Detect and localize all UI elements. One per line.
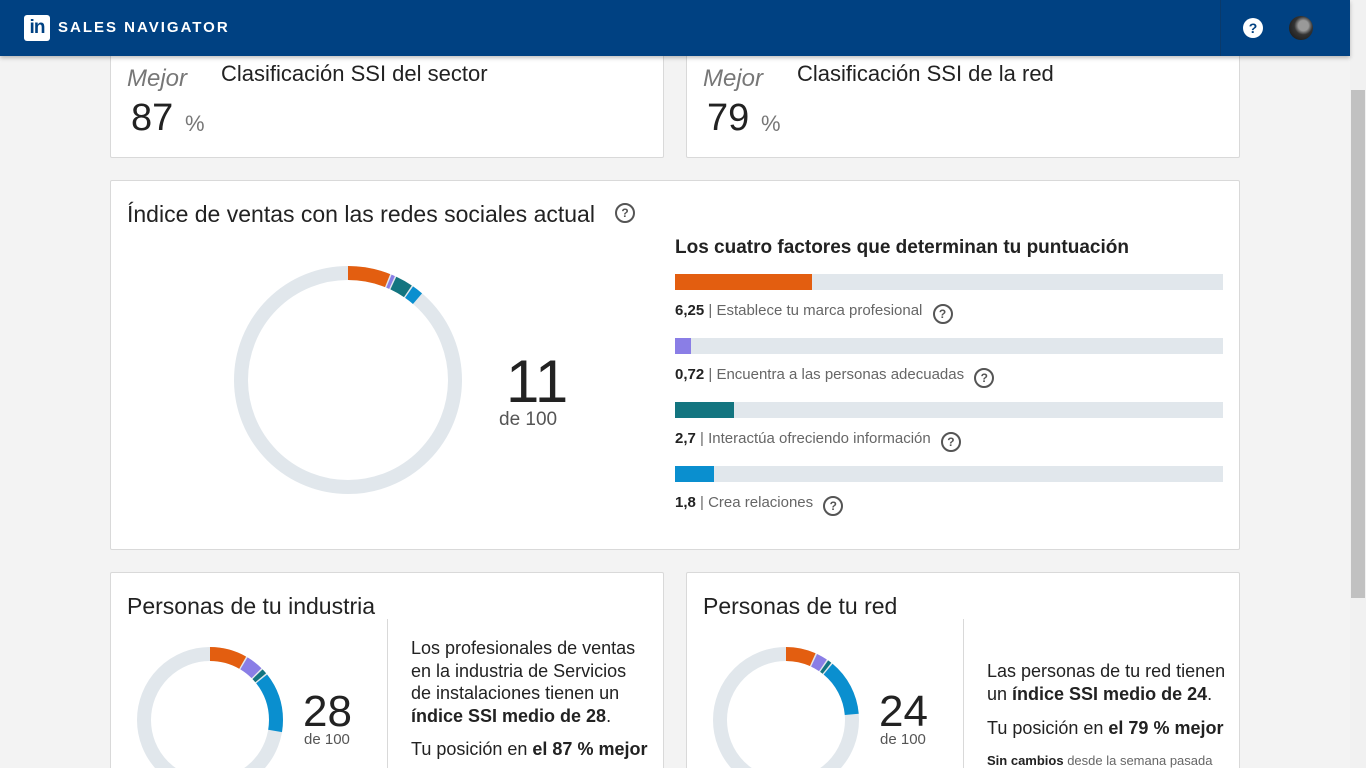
factor-bar-fill xyxy=(675,274,812,290)
factor-bar-brand xyxy=(675,274,1223,290)
factor-value: 6,25 xyxy=(675,302,705,319)
industry-title: Personas de tu industria xyxy=(127,593,376,619)
top-navigation-bar: in SALES NAVIGATOR ? xyxy=(0,0,1350,56)
industry-score-of: de 100 xyxy=(304,731,350,748)
factor-value: 1,8 xyxy=(675,494,696,511)
network-text-line: un índice SSI medio de 24. xyxy=(987,683,1237,706)
industry-description: Los profesionales de ventas en la indust… xyxy=(411,637,661,727)
industry-score: 28 xyxy=(303,687,352,736)
network-peers-card: Personas de tu red 24 de 100 Las persona… xyxy=(686,572,1240,768)
text-prefix: un xyxy=(987,683,1013,704)
industry-position: Tu posición en el 87 % mejor xyxy=(411,738,661,761)
network-change-note: Sin cambios desde la semana pasada xyxy=(987,753,1212,768)
question-icon[interactable]: ? xyxy=(823,496,844,516)
factor-bar-fill xyxy=(675,466,715,482)
factor-label-relationships: 1,8 | Crea relaciones ? xyxy=(675,493,844,516)
network-position: Tu posición en el 79 % mejor xyxy=(987,717,1237,740)
network-donut-chart xyxy=(713,647,859,768)
ssi-score-of: de 100 xyxy=(499,409,558,430)
network-title: Personas de tu red xyxy=(703,593,898,619)
industry-rank-label: Mejor xyxy=(127,65,188,92)
question-icon[interactable]: ? xyxy=(940,432,961,452)
network-rank-label: Mejor xyxy=(703,65,764,92)
factor-bar-insights xyxy=(675,402,1223,418)
industry-text-line: Los profesionales de ventas xyxy=(411,638,636,658)
industry-donut-chart xyxy=(137,647,283,768)
help-icon[interactable]: ? xyxy=(1243,18,1263,38)
network-text-line: Las personas de tu red tienen xyxy=(987,661,1226,681)
factor-name: Interactúa ofreciendo información xyxy=(708,430,931,447)
brand-title[interactable]: SALES NAVIGATOR xyxy=(58,19,230,36)
factor-name: Establece tu marca profesional xyxy=(716,302,923,319)
position-value: el 87 % mejor xyxy=(532,739,648,759)
factor-value: 2,7 xyxy=(675,430,696,447)
network-score-of: de 100 xyxy=(880,731,926,748)
factor-label-people: 0,72 | Encuentra a las personas adecuada… xyxy=(675,365,995,388)
factors-title: Los cuatro factores que determinan tu pu… xyxy=(675,237,1129,258)
factor-name: Encuentra a las personas adecuadas xyxy=(716,366,965,383)
position-prefix: Tu posición en xyxy=(987,718,1109,738)
position-prefix: Tu posición en xyxy=(411,739,533,759)
network-divider xyxy=(963,619,964,768)
industry-rank-title: Clasificación SSI del sector xyxy=(221,61,488,86)
linkedin-logo-icon[interactable]: in xyxy=(24,15,50,41)
ssi-score: 11 xyxy=(506,348,569,415)
network-description: Las personas de tu red tienen un índice … xyxy=(987,660,1237,705)
factor-bar-fill xyxy=(675,402,735,418)
ssi-donut-chart xyxy=(234,266,462,494)
scrollbar-thumb[interactable] xyxy=(1351,90,1365,598)
factor-name: Crea relaciones xyxy=(708,494,814,511)
industry-rank-card: Mejor 87 % Clasificación SSI del sector xyxy=(110,40,664,158)
industry-rank-unit: % xyxy=(185,111,205,136)
user-avatar[interactable] xyxy=(1289,16,1313,40)
factor-value: 0,72 xyxy=(675,366,705,383)
network-score: 24 xyxy=(879,687,928,736)
industry-peers-card: Personas de tu industria 28 de 100 Los p… xyxy=(110,572,664,768)
industry-text-line: de instalaciones tienen un xyxy=(411,683,620,703)
question-icon[interactable]: ? xyxy=(615,203,635,223)
network-rank-unit: % xyxy=(761,111,781,136)
ssi-score-card: Índice de ventas con las redes sociales … xyxy=(110,180,1240,550)
factor-bar-people xyxy=(675,338,1223,354)
industry-rank-value: 87 xyxy=(131,97,174,139)
period: . xyxy=(1207,683,1213,704)
position-value: el 79 % mejor xyxy=(1108,718,1224,738)
change-status: Sin cambios xyxy=(987,753,1064,768)
network-rank-title: Clasificación SSI de la red xyxy=(797,61,1054,86)
industry-text-line: índice SSI medio de 28. xyxy=(411,705,661,728)
factor-bar-fill xyxy=(675,338,691,354)
question-icon[interactable]: ? xyxy=(932,304,953,324)
factor-label-insights: 2,7 | Interactúa ofreciendo información … xyxy=(675,429,961,452)
ssi-title: Índice de ventas con las redes sociales … xyxy=(127,201,595,227)
factor-bar-relationships xyxy=(675,466,1223,482)
network-rank-card: Mejor 79 % Clasificación SSI de la red xyxy=(686,40,1240,158)
factor-label-brand: 6,25 | Establece tu marca profesional ? xyxy=(675,301,953,324)
industry-avg-ssi: índice SSI medio de 28 xyxy=(411,705,607,726)
network-avg-ssi: índice SSI medio de 24 xyxy=(1012,683,1208,704)
period: . xyxy=(606,705,612,726)
question-icon[interactable]: ? xyxy=(974,368,995,388)
nav-divider xyxy=(1220,0,1221,56)
change-text: desde la semana pasada xyxy=(1063,753,1213,768)
industry-text-line: en la industria de Servicios xyxy=(411,660,627,681)
network-rank-value: 79 xyxy=(707,97,750,139)
industry-divider xyxy=(387,619,388,768)
